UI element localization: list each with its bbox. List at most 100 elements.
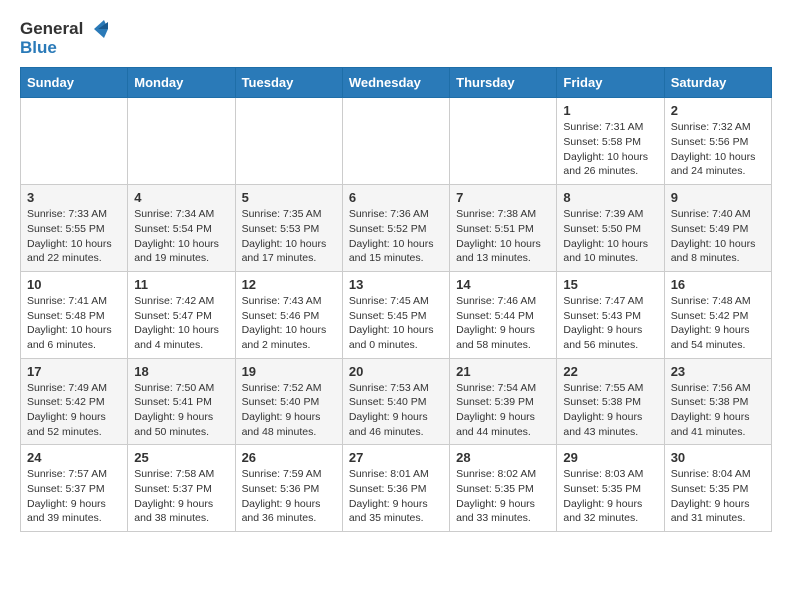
calendar-cell: 12 Sunrise: 7:43 AM Sunset: 5:46 PM Dayli… [235, 271, 342, 358]
day-number: 14 [456, 277, 550, 292]
calendar-cell [128, 98, 235, 185]
calendar-cell: 10Sunrise: 7:41 AM Sunset: 5:48 PM Dayli… [21, 271, 128, 358]
day-info: Sunrise: 7:50 AM Sunset: 5:41 PM Dayligh… [134, 381, 228, 440]
calendar-cell: 17Sunrise: 7:49 AM Sunset: 5:42 PM Dayli… [21, 358, 128, 445]
day-info: Sunrise: 7:48 AM Sunset: 5:42 PM Dayligh… [671, 294, 765, 353]
day-header-monday: Monday [128, 68, 235, 98]
calendar-cell: 3Sunrise: 7:33 AM Sunset: 5:55 PM Daylig… [21, 185, 128, 272]
day-header-sunday: Sunday [21, 68, 128, 98]
logo-bird-icon [86, 20, 108, 38]
day-header-saturday: Saturday [664, 68, 771, 98]
day-header-wednesday: Wednesday [342, 68, 449, 98]
calendar-header-row: SundayMondayTuesdayWednesdayThursdayFrid… [21, 68, 772, 98]
day-info: Sunrise: 7:59 AM Sunset: 5:36 PM Dayligh… [242, 467, 336, 526]
day-info: Sunrise: 7:33 AM Sunset: 5:55 PM Dayligh… [27, 207, 121, 266]
day-number: 12 [242, 277, 336, 292]
week-row-2: 3Sunrise: 7:33 AM Sunset: 5:55 PM Daylig… [21, 185, 772, 272]
calendar-cell: 25Sunrise: 7:58 AM Sunset: 5:37 PM Dayli… [128, 445, 235, 532]
day-info: Sunrise: 7:31 AM Sunset: 5:58 PM Dayligh… [563, 120, 657, 179]
day-number: 29 [563, 450, 657, 465]
calendar-cell: 15 Sunrise: 7:47 AM Sunset: 5:43 PM Dayli… [557, 271, 664, 358]
day-number: 30 [671, 450, 765, 465]
day-number: 11 [134, 277, 228, 292]
day-info: Sunrise: 7:53 AM Sunset: 5:40 PM Dayligh… [349, 381, 443, 440]
calendar-cell: 28Sunrise: 8:02 AM Sunset: 5:35 PM Dayli… [450, 445, 557, 532]
day-info: Sunrise: 7:43 AM Sunset: 5:46 PM Dayligh… [242, 294, 336, 353]
day-number: 5 [242, 190, 336, 205]
calendar-table: SundayMondayTuesdayWednesdayThursdayFrid… [20, 67, 772, 532]
calendar-cell: 30 Sunrise: 8:04 AM Sunset: 5:35 PM Dayli… [664, 445, 771, 532]
day-number: 10 [27, 277, 121, 292]
logo-blue: Blue [20, 39, 57, 58]
day-info: Sunrise: 7:57 AM Sunset: 5:37 PM Dayligh… [27, 467, 121, 526]
day-info: Sunrise: 7:46 AM Sunset: 5:44 PM Dayligh… [456, 294, 550, 353]
logo-row: General [20, 20, 108, 39]
logo: General Blue [20, 20, 108, 57]
day-info: Sunrise: 7:45 AM Sunset: 5:45 PM Dayligh… [349, 294, 443, 353]
calendar-cell: 20 Sunrise: 7:53 AM Sunset: 5:40 PM Dayli… [342, 358, 449, 445]
calendar-cell: 2 Sunrise: 7:32 AM Sunset: 5:56 PM Daylig… [664, 98, 771, 185]
calendar-cell [450, 98, 557, 185]
day-info: Sunrise: 7:54 AM Sunset: 5:39 PM Dayligh… [456, 381, 550, 440]
day-number: 16 [671, 277, 765, 292]
calendar-cell: 8Sunrise: 7:39 AM Sunset: 5:50 PM Daylig… [557, 185, 664, 272]
calendar-cell [342, 98, 449, 185]
week-row-4: 17Sunrise: 7:49 AM Sunset: 5:42 PM Dayli… [21, 358, 772, 445]
calendar-cell: 16 Sunrise: 7:48 AM Sunset: 5:42 PM Dayli… [664, 271, 771, 358]
day-info: Sunrise: 7:56 AM Sunset: 5:38 PM Dayligh… [671, 381, 765, 440]
calendar-cell: 22 Sunrise: 7:55 AM Sunset: 5:38 PM Dayli… [557, 358, 664, 445]
day-number: 25 [134, 450, 228, 465]
day-info: Sunrise: 7:47 AM Sunset: 5:43 PM Dayligh… [563, 294, 657, 353]
day-info: Sunrise: 7:36 AM Sunset: 5:52 PM Dayligh… [349, 207, 443, 266]
day-info: Sunrise: 7:32 AM Sunset: 5:56 PM Dayligh… [671, 120, 765, 179]
calendar-cell: 14 Sunrise: 7:46 AM Sunset: 5:44 PM Dayli… [450, 271, 557, 358]
day-number: 20 [349, 364, 443, 379]
calendar-cell: 27Sunrise: 8:01 AM Sunset: 5:36 PM Dayli… [342, 445, 449, 532]
calendar-cell: 4 Sunrise: 7:34 AM Sunset: 5:54 PM Daylig… [128, 185, 235, 272]
calendar-cell: 11Sunrise: 7:42 AM Sunset: 5:47 PM Dayli… [128, 271, 235, 358]
calendar-cell: 13 Sunrise: 7:45 AM Sunset: 5:45 PM Dayli… [342, 271, 449, 358]
day-number: 6 [349, 190, 443, 205]
week-row-5: 24 Sunrise: 7:57 AM Sunset: 5:37 PM Dayli… [21, 445, 772, 532]
calendar-cell: 6 Sunrise: 7:36 AM Sunset: 5:52 PM Daylig… [342, 185, 449, 272]
calendar-cell: 23Sunrise: 7:56 AM Sunset: 5:38 PM Dayli… [664, 358, 771, 445]
day-number: 15 [563, 277, 657, 292]
calendar-cell: 21Sunrise: 7:54 AM Sunset: 5:39 PM Dayli… [450, 358, 557, 445]
day-number: 7 [456, 190, 550, 205]
day-info: Sunrise: 8:03 AM Sunset: 5:35 PM Dayligh… [563, 467, 657, 526]
day-number: 9 [671, 190, 765, 205]
day-number: 1 [563, 103, 657, 118]
day-number: 8 [563, 190, 657, 205]
day-info: Sunrise: 7:55 AM Sunset: 5:38 PM Dayligh… [563, 381, 657, 440]
day-number: 26 [242, 450, 336, 465]
calendar-cell: 26 Sunrise: 7:59 AM Sunset: 5:36 PM Dayli… [235, 445, 342, 532]
day-number: 2 [671, 103, 765, 118]
calendar-cell: 19Sunrise: 7:52 AM Sunset: 5:40 PM Dayli… [235, 358, 342, 445]
day-header-thursday: Thursday [450, 68, 557, 98]
calendar-cell: 29 Sunrise: 8:03 AM Sunset: 5:35 PM Dayli… [557, 445, 664, 532]
day-number: 18 [134, 364, 228, 379]
day-info: Sunrise: 7:35 AM Sunset: 5:53 PM Dayligh… [242, 207, 336, 266]
day-info: Sunrise: 8:04 AM Sunset: 5:35 PM Dayligh… [671, 467, 765, 526]
calendar-cell: 5 Sunrise: 7:35 AM Sunset: 5:53 PM Daylig… [235, 185, 342, 272]
page-header: General Blue [20, 20, 772, 57]
calendar-body: 1 Sunrise: 7:31 AM Sunset: 5:58 PM Daylig… [21, 98, 772, 532]
day-info: Sunrise: 7:38 AM Sunset: 5:51 PM Dayligh… [456, 207, 550, 266]
day-number: 22 [563, 364, 657, 379]
logo-general: General [20, 20, 83, 39]
calendar-cell: 1 Sunrise: 7:31 AM Sunset: 5:58 PM Daylig… [557, 98, 664, 185]
day-info: Sunrise: 7:52 AM Sunset: 5:40 PM Dayligh… [242, 381, 336, 440]
day-info: Sunrise: 8:02 AM Sunset: 5:35 PM Dayligh… [456, 467, 550, 526]
day-info: Sunrise: 7:34 AM Sunset: 5:54 PM Dayligh… [134, 207, 228, 266]
day-info: Sunrise: 8:01 AM Sunset: 5:36 PM Dayligh… [349, 467, 443, 526]
day-number: 24 [27, 450, 121, 465]
day-number: 4 [134, 190, 228, 205]
calendar-cell: 7 Sunrise: 7:38 AM Sunset: 5:51 PM Daylig… [450, 185, 557, 272]
day-number: 17 [27, 364, 121, 379]
logo-text-group: General Blue [20, 20, 108, 57]
day-number: 13 [349, 277, 443, 292]
calendar-cell [235, 98, 342, 185]
week-row-1: 1 Sunrise: 7:31 AM Sunset: 5:58 PM Daylig… [21, 98, 772, 185]
week-row-3: 10Sunrise: 7:41 AM Sunset: 5:48 PM Dayli… [21, 271, 772, 358]
day-header-friday: Friday [557, 68, 664, 98]
